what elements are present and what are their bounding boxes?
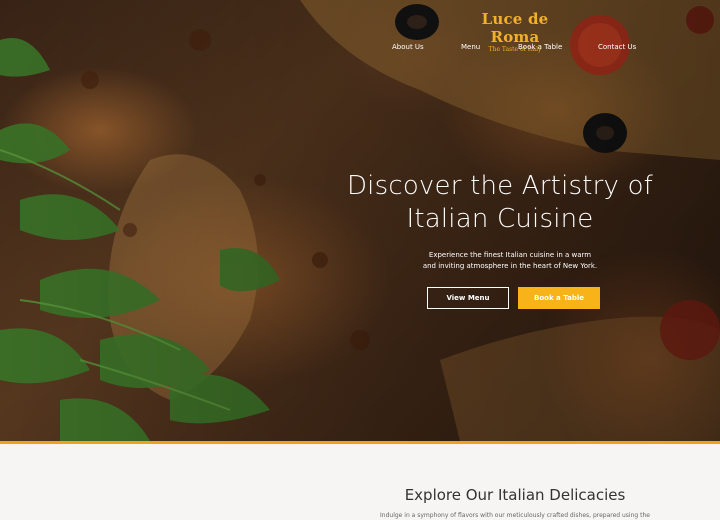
nav-contact-us[interactable]: Contact Us: [598, 43, 636, 51]
book-a-table-button[interactable]: Book a Table: [518, 287, 600, 309]
hero-title: Discover the Artistry of Italian Cuisine: [340, 170, 660, 236]
nav-menu[interactable]: Menu: [461, 43, 480, 51]
section-text: Indulge in a symphony of flavors with ou…: [380, 512, 650, 519]
hero-subtitle-line-1: Experience the finest Italian cuisine in…: [428, 251, 592, 259]
hero-title-line-1: Discover the Artistry of: [346, 171, 654, 201]
hero-subtitle-line-2: and inviting atmosphere in the heart of …: [422, 262, 598, 270]
view-menu-button[interactable]: View Menu: [427, 287, 509, 309]
hero-title-line-2: Italian Cuisine: [406, 204, 594, 234]
nav-about-us[interactable]: About Us: [392, 43, 424, 51]
nav-book-a-table[interactable]: Book a Table: [518, 43, 562, 51]
main-nav: About Us Menu Book a Table Contact Us: [0, 43, 720, 55]
hero-subtitle: Experience the finest Italian cuisine in…: [420, 250, 600, 272]
brand-name: Luce de Roma: [481, 10, 549, 46]
section-title: Explore Our Italian Delicacies: [404, 486, 626, 504]
delicacies-section: Explore Our Italian Delicacies Indulge i…: [0, 444, 720, 520]
hero-section: Luce de Roma The Taste of Italy About Us…: [0, 0, 720, 441]
